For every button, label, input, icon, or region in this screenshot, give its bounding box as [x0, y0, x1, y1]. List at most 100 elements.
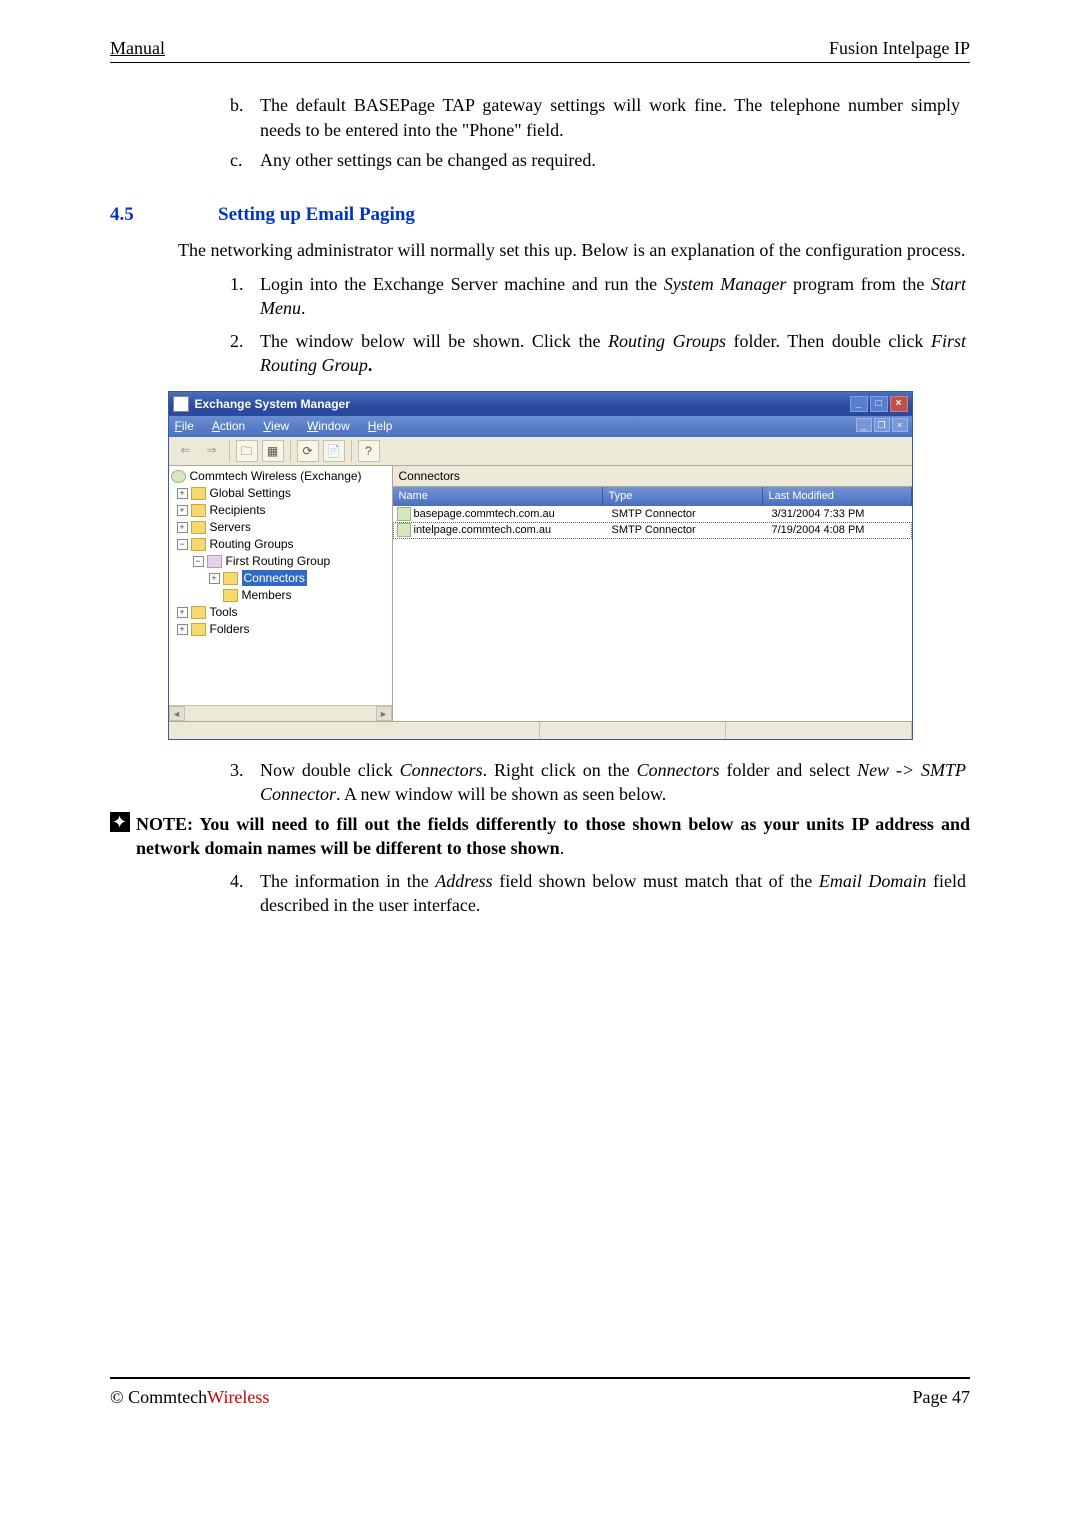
- tree-members[interactable]: Members: [169, 587, 392, 604]
- maximize-button[interactable]: □: [870, 396, 888, 412]
- tree-servers[interactable]: +Servers: [169, 519, 392, 536]
- folder-icon: [191, 504, 206, 517]
- status-bar: [169, 721, 912, 739]
- folder-icon: [191, 538, 206, 551]
- step-3: 3. Now double click Connectors. Right cl…: [230, 758, 966, 807]
- marker-c: c.: [230, 148, 260, 172]
- refresh-button[interactable]: ⟳: [297, 440, 319, 462]
- section-heading: 4.5 Setting up Email Paging: [110, 202, 970, 228]
- back-button[interactable]: ⇐: [175, 440, 197, 462]
- header-right: Fusion Intelpage IP: [829, 36, 970, 60]
- marker-b: b.: [230, 93, 260, 142]
- menu-help[interactable]: Help: [368, 418, 393, 434]
- intro-paragraph: The networking administrator will normal…: [178, 238, 966, 262]
- tree-routing-groups[interactable]: −Routing Groups: [169, 536, 392, 553]
- tree-global-settings[interactable]: +Global Settings: [169, 485, 392, 502]
- window-buttons: _ □ ×: [850, 396, 908, 412]
- step1-text: Login into the Exchange Server machine a…: [260, 272, 966, 321]
- connector-icon: [397, 523, 411, 537]
- forward-button[interactable]: ⇒: [201, 440, 223, 462]
- mdi-min[interactable]: _: [856, 418, 872, 432]
- footer-page: Page 47: [913, 1385, 971, 1409]
- col-modified[interactable]: Last Modified: [763, 487, 912, 506]
- connector-icon: [397, 507, 411, 521]
- tree-root[interactable]: Commtech Wireless (Exchange): [169, 468, 392, 485]
- list-item-c: c. Any other settings can be changed as …: [230, 148, 960, 172]
- expand-icon[interactable]: +: [177, 624, 188, 635]
- step2-marker: 2.: [230, 329, 260, 378]
- note-block: NOTE: You will need to fill out the fiel…: [110, 812, 970, 861]
- help-button[interactable]: ?: [358, 440, 380, 462]
- list-row[interactable]: basepage.commtech.com.au SMTP Connector …: [393, 506, 912, 523]
- scroll-right[interactable]: ►: [376, 706, 392, 721]
- window-title: Exchange System Manager: [195, 396, 350, 412]
- tree-pane: Commtech Wireless (Exchange) +Global Set…: [169, 466, 393, 721]
- list-row[interactable]: intelpage.commtech.com.au SMTP Connector…: [393, 522, 912, 539]
- menu-window[interactable]: Window: [307, 418, 350, 434]
- menu-view[interactable]: View: [263, 418, 289, 434]
- window-titlebar[interactable]: Exchange System Manager _ □ ×: [169, 392, 912, 416]
- expand-icon[interactable]: +: [209, 573, 220, 584]
- scroll-left[interactable]: ◄: [169, 706, 185, 721]
- step3-text: Now double click Connectors. Right click…: [260, 758, 966, 807]
- section-number: 4.5: [110, 202, 218, 228]
- expand-icon[interactable]: +: [177, 488, 188, 499]
- text-b: The default BASEPage TAP gateway setting…: [260, 93, 960, 142]
- step-4: 4. The information in the Address field …: [230, 869, 966, 918]
- folder-icon: [191, 487, 206, 500]
- close-button[interactable]: ×: [890, 396, 908, 412]
- mdi-close[interactable]: ×: [892, 418, 908, 432]
- expand-icon[interactable]: +: [177, 505, 188, 516]
- show-tree-button[interactable]: ▦: [262, 440, 284, 462]
- page-header: Manual Fusion Intelpage IP: [110, 36, 970, 63]
- list-pane: Connectors Name Type Last Modified basep…: [393, 466, 912, 721]
- tree-connectors[interactable]: +Connectors: [169, 570, 392, 587]
- list-item-b: b. The default BASEPage TAP gateway sett…: [230, 93, 960, 142]
- expand-icon[interactable]: +: [177, 607, 188, 618]
- col-type[interactable]: Type: [603, 487, 763, 506]
- menu-file[interactable]: File: [175, 418, 194, 434]
- note-text: NOTE: You will need to fill out the fiel…: [136, 812, 970, 861]
- tree-folders[interactable]: +Folders: [169, 621, 392, 638]
- step1-marker: 1.: [230, 272, 260, 321]
- globe-icon: [171, 470, 186, 483]
- menu-action[interactable]: Action: [212, 418, 245, 434]
- step-1: 1. Login into the Exchange Server machin…: [230, 272, 966, 321]
- up-button[interactable]: 🗀: [236, 440, 258, 462]
- footer-copyright: © CommtechWireless: [110, 1385, 269, 1409]
- exchange-screenshot: Exchange System Manager _ □ × File Actio…: [168, 391, 913, 739]
- list-pane-header: Connectors: [393, 466, 912, 487]
- app-icon: [173, 396, 189, 412]
- step3-marker: 3.: [230, 758, 260, 807]
- column-headers: Name Type Last Modified: [393, 487, 912, 506]
- text-c: Any other settings can be changed as req…: [260, 148, 960, 172]
- collapse-icon[interactable]: −: [193, 556, 204, 567]
- toolbar: ⇐ ⇒ 🗀 ▦ ⟳ 📄 ?: [169, 437, 912, 466]
- tree-recipients[interactable]: +Recipients: [169, 502, 392, 519]
- collapse-icon[interactable]: −: [177, 539, 188, 550]
- export-button[interactable]: 📄: [323, 440, 345, 462]
- mdi-buttons: _ ❐ ×: [856, 418, 908, 432]
- step2-text: The window below will be shown. Click th…: [260, 329, 966, 378]
- folder-icon: [191, 623, 206, 636]
- col-name[interactable]: Name: [393, 487, 603, 506]
- page-footer: © CommtechWireless Page 47: [110, 1377, 970, 1409]
- routing-group-icon: [207, 555, 222, 568]
- tree-scrollbar[interactable]: ◄ ►: [169, 705, 392, 721]
- step-2: 2. The window below will be shown. Click…: [230, 329, 966, 378]
- section-title: Setting up Email Paging: [218, 202, 415, 228]
- step4-marker: 4.: [230, 869, 260, 918]
- mdi-restore[interactable]: ❐: [874, 418, 890, 432]
- folder-icon: [191, 606, 206, 619]
- folder-icon: [223, 589, 238, 602]
- folder-icon: [191, 521, 206, 534]
- step4-text: The information in the Address field sho…: [260, 869, 966, 918]
- minimize-button[interactable]: _: [850, 396, 868, 412]
- expand-icon[interactable]: +: [177, 522, 188, 533]
- folder-icon: [223, 572, 238, 585]
- menu-bar: File Action View Window Help _ ❐ ×: [169, 416, 912, 436]
- note-icon: [110, 812, 130, 832]
- header-left: Manual: [110, 36, 165, 60]
- tree-tools[interactable]: +Tools: [169, 604, 392, 621]
- tree-first-routing-group[interactable]: −First Routing Group: [169, 553, 392, 570]
